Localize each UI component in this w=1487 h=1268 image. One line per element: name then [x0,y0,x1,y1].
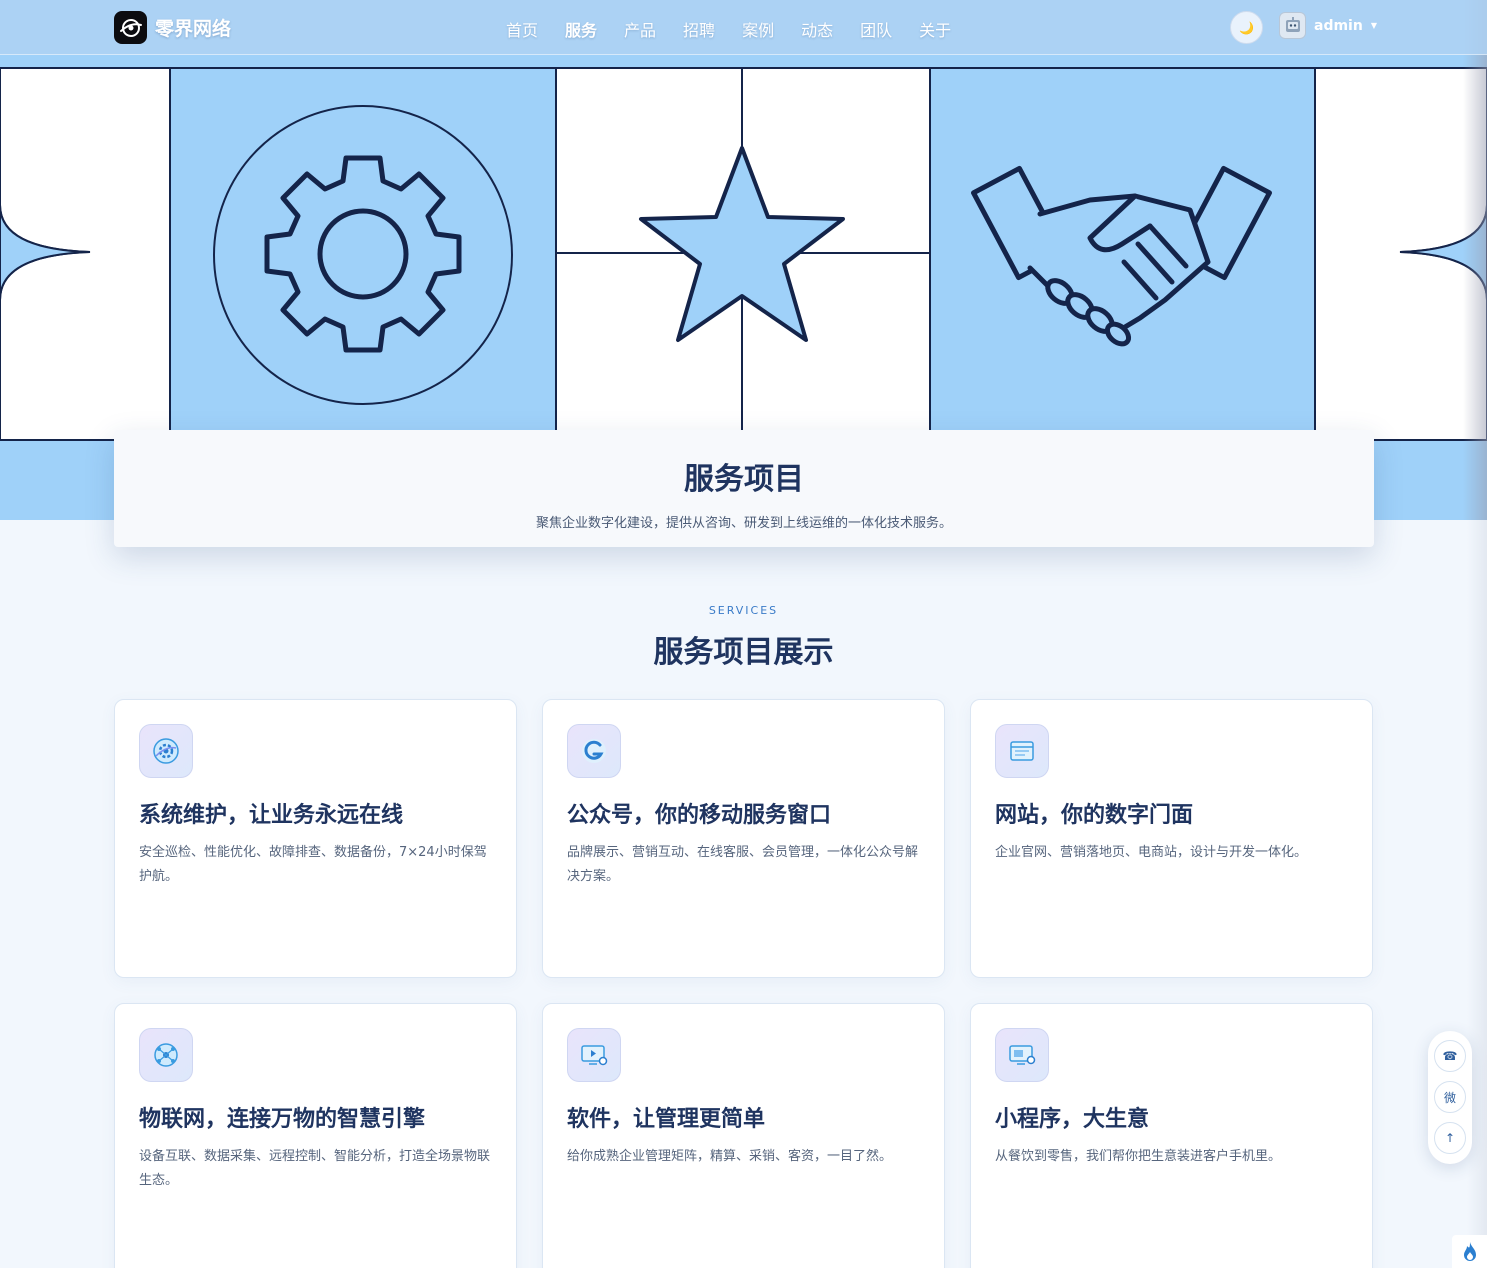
card-title: 网站，你的数字门面 [995,803,1194,828]
service-card-software[interactable]: 软件，让管理更简单 给你成熟企业管理矩阵，精算、采销、客资，一目了然。 [542,1003,945,1268]
theme-toggle-button[interactable]: 🌙 [1230,11,1263,44]
fire-button[interactable] [1452,1235,1487,1268]
nav-item-cases[interactable]: 案例 [742,17,774,41]
user-menu[interactable]: admin ▼ [1279,12,1377,39]
service-card-maintenance[interactable]: 系统维护，让业务永远在线 安全巡检、性能优化、故障排查、数据备份，7×24小时保… [114,699,517,978]
browser-window-icon [995,724,1049,778]
floating-tools: ☎ 微 ↑ [1428,1031,1472,1164]
card-description: 给你成熟企业管理矩阵，精算、采销、客资，一目了然。 [567,1149,893,1164]
service-card-mini-program[interactable]: 小程序，大生意 从餐饮到零售，我们帮你把生意装进客户手机里。 [970,1003,1373,1268]
hero-edge-shadow [1463,0,1487,520]
intro-card: 服务项目 聚焦企业数字化建设，提供从咨询、研发到上线运维的一体化技术服务。 [114,430,1374,547]
nav-item-team[interactable]: 团队 [860,17,892,41]
fire-icon [1463,1241,1476,1261]
nav-item-products[interactable]: 产品 [624,17,656,41]
robot-avatar-icon [1279,12,1306,39]
phone-button[interactable]: ☎ [1434,1040,1466,1072]
wechat-icon: 微 [1443,1090,1456,1105]
gear-sphere-icon [139,724,193,778]
page-edge-shadow [1467,520,1487,1268]
nav-item-news[interactable]: 动态 [801,17,833,41]
card-title: 软件，让管理更简单 [567,1107,766,1132]
top-nav: 零界网络 首页 服务 产品 招聘 案例 动态 团队 关于 🌙 admin ▼ [0,0,1487,55]
section-kicker: SERVICES [708,604,779,617]
nav-item-about[interactable]: 关于 [919,17,951,41]
brand-name: 零界网络 [155,18,232,40]
main-menu: 首页 服务 产品 招聘 案例 动态 团队 关于 [506,17,978,41]
section-title: 服务项目展示 [653,635,834,670]
page-subtitle: 聚焦企业数字化建设，提供从咨询、研发到上线运维的一体化技术服务。 [535,516,952,531]
card-description: 品牌展示、营销互动、在线客服、会员管理，一体化公众号解决方案。 [567,845,919,884]
software-monitor-icon [567,1028,621,1082]
back-to-top-icon: ↑ [1444,1131,1456,1145]
card-description: 安全巡检、性能优化、故障排查、数据备份，7×24小时保驾护航。 [139,845,487,884]
card-description: 设备互联、数据采集、远程控制、智能分析，打造全场景物联生态。 [139,1149,491,1188]
brand-logo[interactable]: 零界网络 [114,11,231,44]
service-card-website[interactable]: 网站，你的数字门面 企业官网、营销落地页、电商站，设计与开发一体化。 [970,699,1373,978]
nav-item-jobs[interactable]: 招聘 [683,17,715,41]
service-card-official-account[interactable]: 公众号，你的移动服务窗口 品牌展示、营销互动、在线客服、会员管理，一体化公众号解… [542,699,945,978]
chevron-down-icon: ▼ [1370,21,1377,30]
nav-item-services[interactable]: 服务 [565,17,597,41]
card-description: 从餐饮到零售，我们帮你把生意装进客户手机里。 [995,1149,1282,1164]
wechat-button[interactable]: 微 [1434,1081,1466,1113]
back-to-top-button[interactable]: ↑ [1434,1122,1466,1154]
mini-program-icon [995,1028,1049,1082]
card-title: 小程序，大生意 [995,1107,1150,1132]
card-title: 系统维护，让业务永远在线 [139,803,404,828]
phone-icon: ☎ [1442,1049,1458,1063]
card-description: 企业官网、营销落地页、电商站，设计与开发一体化。 [995,845,1308,860]
wechat-official-icon [567,724,621,778]
moon-icon: 🌙 [1239,20,1254,35]
service-card-iot[interactable]: 物联网，连接万物的智慧引擎 设备互联、数据采集、远程控制、智能分析，打造全场景物… [114,1003,517,1268]
card-title: 公众号，你的移动服务窗口 [567,803,832,828]
nav-item-home[interactable]: 首页 [506,17,538,41]
logo-icon [114,11,147,44]
user-name: admin [1314,17,1363,34]
page-title: 服务项目 [684,462,804,497]
iot-network-icon [139,1028,193,1082]
card-title: 物联网，连接万物的智慧引擎 [139,1107,426,1132]
